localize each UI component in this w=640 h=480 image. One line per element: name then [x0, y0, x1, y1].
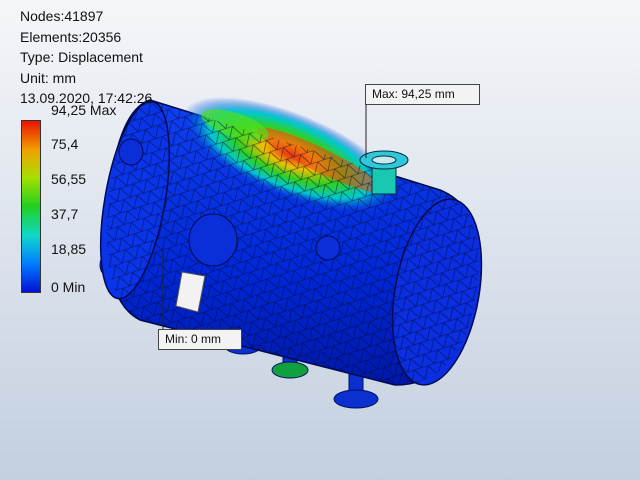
legend-tick: 18,85 [51, 241, 87, 257]
min-callout[interactable]: Min: 0 mm [158, 329, 242, 350]
legend-tick: 56,55 [51, 171, 87, 187]
elements-count: Elements:20356 [20, 28, 122, 45]
legend-max-label: 94,25 Max [51, 102, 117, 118]
result-type: Type: Displacement [20, 49, 143, 65]
result-info: Nodes:41897 Elements:20356 Type: Displac… [20, 6, 152, 109]
legend-tick: 37,7 [51, 206, 79, 222]
max-callout[interactable]: Max: 94,25 mm [365, 84, 480, 105]
unit-label: Unit: mm [20, 69, 76, 86]
legend-tick: 0 Min [51, 279, 86, 295]
nodes-count: Nodes:41897 [20, 8, 104, 24]
vessel-shell [99, 96, 483, 386]
color-legend-bar [21, 120, 41, 293]
legend-tick: 75,4 [51, 136, 79, 152]
